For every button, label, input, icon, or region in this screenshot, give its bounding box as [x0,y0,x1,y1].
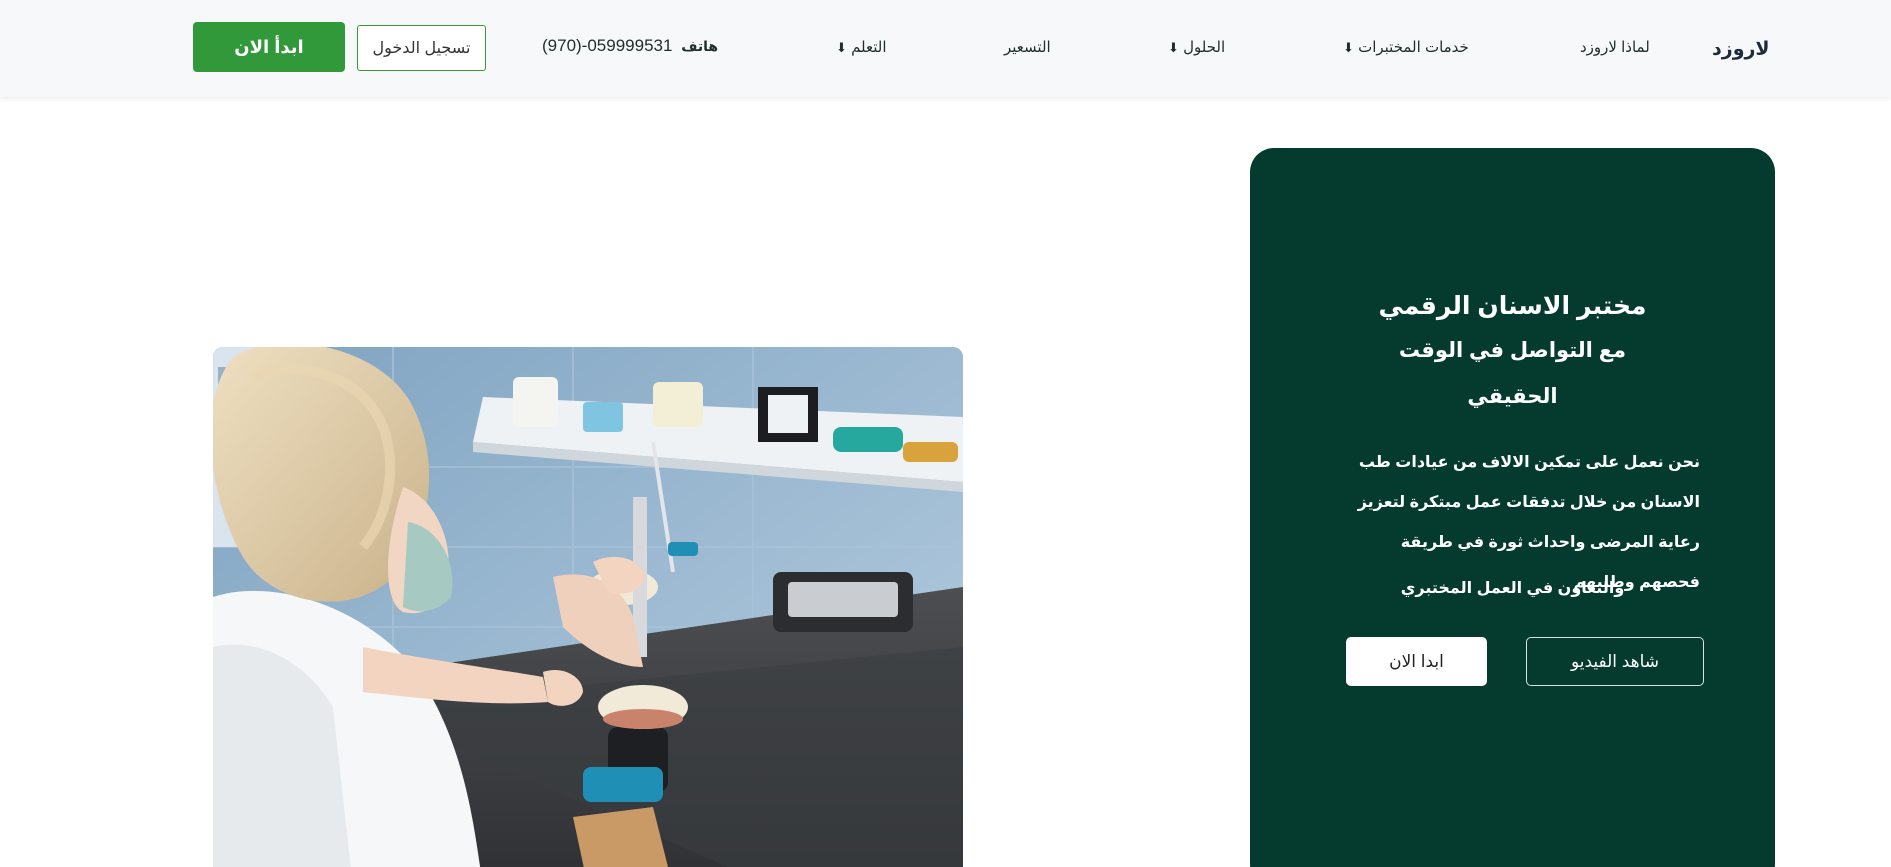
nav-lab-services[interactable]: ⬇ خدمات المختبرات [1341,38,1469,56]
nav-why-label: لماذا لاروزد [1580,39,1650,56]
hero-description-line-2: والتعاون في العمل المختبري [1400,580,1625,597]
dropdown-arrow-icon: ⬇ [1343,40,1354,55]
phone-label: هاتف [681,38,719,54]
top-navbar: لاروزد لماذا لاروزد ⬇ خدمات المختبرات ⬇ … [0,0,1891,97]
hero-card: مختبر الاسنان الرقمي مع التواصل في الوقت… [1250,148,1775,867]
hero-subtitle-line-1: مع التواصل في الوقت [1398,339,1627,362]
nav-pricing[interactable]: التسعير [1004,38,1051,56]
nav-learning[interactable]: ⬇ التعلم [834,38,887,56]
nav-why-larozd[interactable]: لماذا لاروزد [1580,38,1650,56]
dropdown-arrow-icon: ⬇ [1168,40,1179,55]
nav-learning-label: التعلم [851,39,887,56]
hero-title: مختبر الاسنان الرقمي [1378,292,1647,320]
login-button[interactable]: تسجيل الدخول [357,25,486,71]
phone-contact[interactable]: (970)-059999531 هاتف [542,36,718,56]
hero-start-button[interactable]: ابدا الان [1346,637,1487,686]
start-now-button[interactable]: ابدأ الان [193,22,345,72]
nav-solutions[interactable]: ⬇ الحلول [1166,38,1225,56]
brand-logo[interactable]: لاروزد [1712,38,1770,61]
nav-solutions-label: الحلول [1183,39,1226,56]
watch-video-button[interactable]: شاهد الفيديو [1526,637,1704,686]
nav-pricing-label: التسعير [1004,39,1051,56]
nav-lab-services-label: خدمات المختبرات [1358,39,1469,56]
phone-number: (970)-059999531 [542,36,673,55]
dental-lab-illustration [213,347,963,867]
hero-subtitle-line-2: الحقيقي [1467,385,1558,408]
dropdown-arrow-icon: ⬇ [836,40,847,55]
dental-technician-photo [213,347,963,867]
